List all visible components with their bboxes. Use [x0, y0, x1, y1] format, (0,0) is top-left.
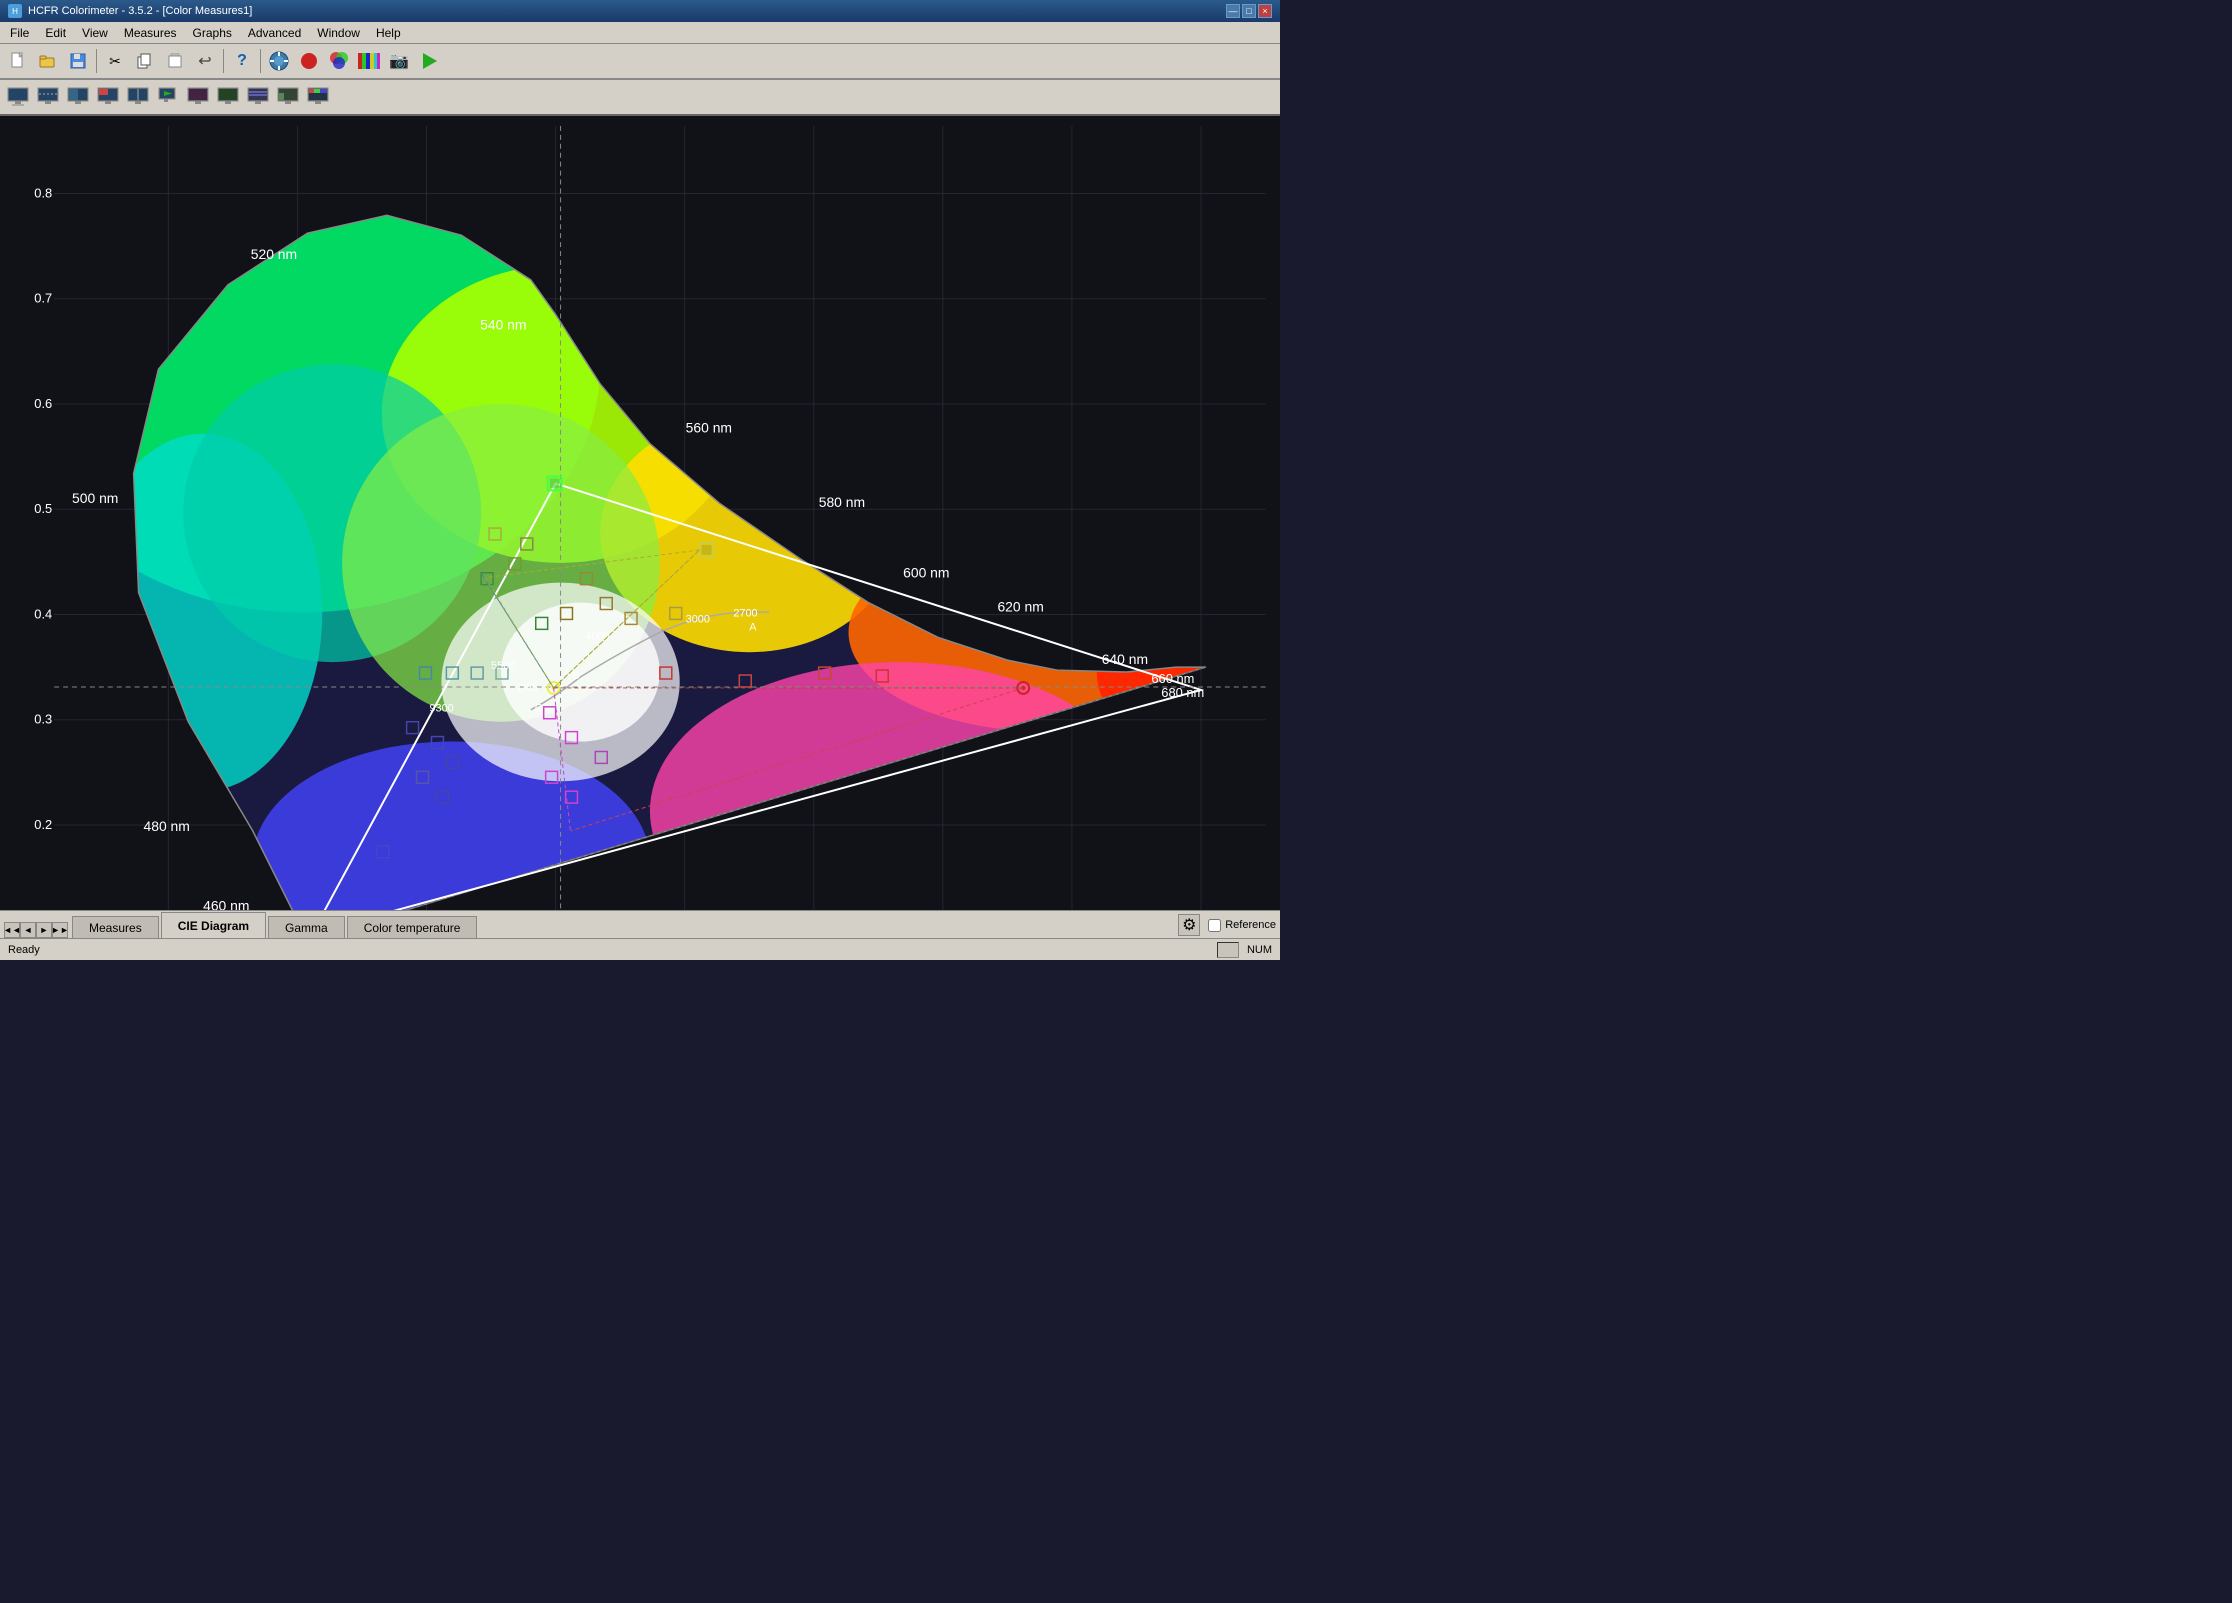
btn-display-7[interactable]: [214, 83, 242, 111]
title-text: HCFR Colorimeter - 3.5.2 - [Color Measur…: [28, 5, 252, 17]
svg-text:4000: 4000: [585, 630, 609, 642]
menu-view[interactable]: View: [74, 22, 116, 43]
btn-play-display[interactable]: [154, 83, 182, 111]
kbd-indicator: [1217, 942, 1239, 958]
svg-text:0.5: 0.5: [34, 501, 52, 516]
svg-text:0.6: 0.6: [34, 396, 52, 411]
cie-diagram: 9300 5500 D65 C B 4000 3000 2700 A 520 n…: [0, 116, 1280, 960]
main-content: 9300 5500 D65 C B 4000 3000 2700 A 520 n…: [0, 116, 1280, 960]
btn-color-bars[interactable]: [355, 47, 383, 75]
svg-text:620 nm: 620 nm: [997, 598, 1043, 614]
menu-graphs[interactable]: Graphs: [185, 22, 240, 43]
btn-copy[interactable]: [131, 47, 159, 75]
svg-text:520 nm: 520 nm: [251, 246, 297, 262]
svg-text:640 nm: 640 nm: [1102, 651, 1148, 667]
btn-display-2[interactable]: [34, 83, 62, 111]
tab-gamma[interactable]: Gamma: [268, 916, 345, 938]
svg-text:660 nm: 660 nm: [1151, 671, 1194, 686]
close-btn[interactable]: ×: [1258, 4, 1272, 18]
status-bar: Ready NUM: [0, 938, 1280, 960]
btn-display-6[interactable]: [184, 83, 212, 111]
svg-text:480 nm: 480 nm: [144, 818, 190, 834]
svg-text:C: C: [535, 703, 543, 715]
app-window: H HCFR Colorimeter - 3.5.2 - [Color Meas…: [0, 0, 1280, 960]
svg-text:B: B: [572, 670, 579, 682]
tab-nav-next[interactable]: ►: [36, 922, 52, 938]
btn-display-5[interactable]: [124, 83, 152, 111]
minimize-btn[interactable]: —: [1226, 4, 1240, 18]
tab-color-temp[interactable]: Color temperature: [347, 916, 478, 938]
settings-icon[interactable]: ⚙: [1178, 914, 1200, 936]
btn-new[interactable]: [4, 47, 32, 75]
sep1: [96, 49, 97, 73]
svg-text:0.7: 0.7: [34, 291, 52, 306]
btn-undo[interactable]: ↩: [191, 47, 219, 75]
btn-measure-config[interactable]: [265, 47, 293, 75]
btn-camera[interactable]: 📷: [385, 47, 413, 75]
toolbar-main: ✂ ↩ ?: [0, 44, 1280, 80]
menu-help[interactable]: Help: [368, 22, 409, 43]
tab-nav-first[interactable]: ◄◄: [4, 922, 20, 938]
reference-checkbox[interactable]: [1208, 919, 1221, 932]
app-icon: H: [8, 4, 22, 18]
tab-nav-last[interactable]: ►►: [52, 922, 68, 938]
svg-text:0.3: 0.3: [34, 712, 52, 727]
tab-measures[interactable]: Measures: [72, 916, 159, 938]
maximize-btn[interactable]: □: [1242, 4, 1256, 18]
btn-multi-measure[interactable]: [325, 47, 353, 75]
sep3: [260, 49, 261, 73]
svg-text:600 nm: 600 nm: [903, 565, 949, 581]
svg-text:500 nm: 500 nm: [72, 490, 118, 506]
btn-paste[interactable]: [161, 47, 189, 75]
menu-measures[interactable]: Measures: [116, 22, 185, 43]
btn-display-1[interactable]: [4, 83, 32, 111]
svg-text:680 nm: 680 nm: [1161, 685, 1204, 700]
menu-advanced[interactable]: Advanced: [240, 22, 309, 43]
btn-open[interactable]: [34, 47, 62, 75]
menu-edit[interactable]: Edit: [37, 22, 74, 43]
title-bar: H HCFR Colorimeter - 3.5.2 - [Color Meas…: [0, 0, 1280, 22]
menu-file[interactable]: File: [2, 22, 37, 43]
svg-text:580 nm: 580 nm: [819, 494, 865, 510]
btn-display-9[interactable]: [274, 83, 302, 111]
svg-text:0.8: 0.8: [34, 185, 52, 200]
menu-bar: File Edit View Measures Graphs Advanced …: [0, 22, 1280, 44]
svg-text:2700: 2700: [733, 607, 757, 619]
svg-text:D65: D65: [518, 682, 538, 694]
btn-display-4[interactable]: [94, 83, 122, 111]
btn-display-10[interactable]: [304, 83, 332, 111]
svg-text:5500: 5500: [491, 660, 515, 672]
svg-text:0.2: 0.2: [34, 817, 52, 832]
btn-cut[interactable]: ✂: [101, 47, 129, 75]
btn-red-measure[interactable]: [295, 47, 323, 75]
tab-nav-prev[interactable]: ◄: [20, 922, 36, 938]
btn-play[interactable]: [415, 47, 443, 75]
reference-checkbox-area: Reference: [1208, 919, 1276, 932]
toolbar-display: [0, 80, 1280, 116]
svg-text:540 nm: 540 nm: [480, 316, 526, 332]
menu-window[interactable]: Window: [309, 22, 368, 43]
svg-text:9300: 9300: [429, 703, 453, 715]
svg-text:560 nm: 560 nm: [686, 420, 732, 436]
svg-text:3000: 3000: [686, 613, 710, 625]
btn-save[interactable]: [64, 47, 92, 75]
tab-cie-diagram[interactable]: CIE Diagram: [161, 912, 266, 938]
btn-display-8[interactable]: [244, 83, 272, 111]
btn-help[interactable]: ?: [228, 47, 256, 75]
sep2: [223, 49, 224, 73]
btn-display-3[interactable]: [64, 83, 92, 111]
tab-bar: ◄◄ ◄ ► ►► Measures CIE Diagram Gamma Col…: [0, 910, 1280, 938]
num-lock: NUM: [1247, 944, 1272, 956]
status-text: Ready: [8, 944, 40, 956]
svg-text:0.4: 0.4: [34, 606, 52, 621]
reference-label: Reference: [1225, 919, 1276, 931]
svg-text:A: A: [749, 621, 757, 633]
